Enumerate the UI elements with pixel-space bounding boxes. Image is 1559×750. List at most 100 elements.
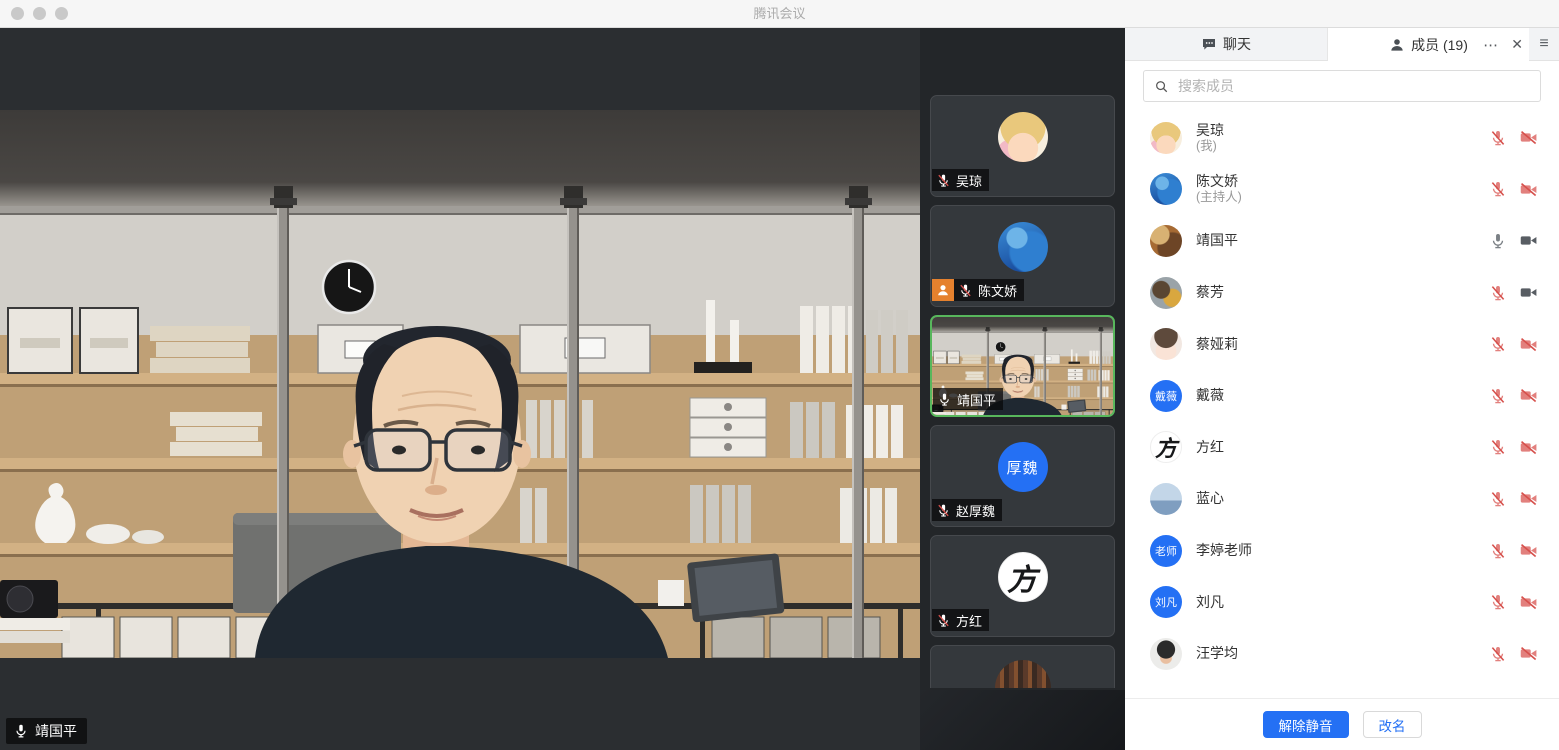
- member-camera-off-icon[interactable]: [1519, 386, 1538, 405]
- main-video-area[interactable]: 靖国平: [0, 28, 920, 750]
- tile-mic-muted-icon: [936, 613, 951, 628]
- member-camera-off-icon[interactable]: [1519, 489, 1538, 508]
- tile-mic-icon: [937, 392, 952, 407]
- tile-avatar: [998, 112, 1048, 162]
- tile-mic-muted-icon: [936, 173, 951, 188]
- tab-chat[interactable]: 聊天: [1125, 28, 1328, 61]
- member-row[interactable]: 吴琼 (我): [1125, 112, 1559, 164]
- member-camera-off-icon[interactable]: [1519, 593, 1538, 612]
- tile-participant-name: 靖国平: [957, 390, 996, 409]
- member-avatar: [1150, 225, 1182, 257]
- member-name: 蓝心: [1196, 490, 1489, 507]
- main-speaker-name: 靖国平: [35, 721, 77, 741]
- member-row[interactable]: 戴薇 戴薇: [1125, 370, 1559, 422]
- tile-name-tag: 赵厚魏: [932, 499, 1002, 521]
- video-tile[interactable]: 方 方红: [930, 535, 1115, 637]
- tile-avatar: 厚魏: [998, 442, 1048, 492]
- unmute-button[interactable]: 解除静音: [1263, 711, 1349, 738]
- member-camera-icon[interactable]: [1519, 231, 1538, 250]
- main-video-name-tag: 靖国平: [6, 718, 87, 744]
- member-avatar: [1150, 277, 1182, 309]
- member-name: 刘凡: [1196, 594, 1489, 611]
- panel-footer: 解除静音 改名: [1125, 698, 1559, 750]
- tile-avatar: [998, 222, 1048, 272]
- member-avatar: 刘凡: [1150, 586, 1182, 618]
- tile-mic-muted-icon: [936, 503, 951, 518]
- member-camera-off-icon[interactable]: [1519, 128, 1538, 147]
- member-avatar: [1150, 328, 1182, 360]
- member-mic-muted-icon[interactable]: [1489, 542, 1507, 560]
- member-row[interactable]: 老师 李婷老师: [1125, 525, 1559, 577]
- member-mic-muted-icon[interactable]: [1489, 129, 1507, 147]
- video-tile[interactable]: 陈文娇: [930, 205, 1115, 307]
- window-title: 腾讯会议: [0, 0, 1559, 28]
- host-person-icon: [936, 283, 950, 297]
- member-row[interactable]: 蔡娅莉: [1125, 318, 1559, 370]
- video-tile[interactable]: 厚魏 赵厚魏: [930, 425, 1115, 527]
- meeting-window: 腾讯会议 靖国平 吴琼: [0, 0, 1559, 750]
- tile-avatar: 方: [998, 552, 1048, 602]
- member-list: 吴琼 (我) 陈文娇 (主持人): [1125, 112, 1559, 718]
- member-avatar: [1150, 638, 1182, 670]
- video-tile[interactable]: [930, 645, 1115, 688]
- member-avatar: [1150, 122, 1182, 154]
- member-row[interactable]: 陈文娇 (主持人): [1125, 164, 1559, 216]
- mic-on-icon: [13, 723, 29, 739]
- member-avatar: 戴薇: [1150, 380, 1182, 412]
- member-camera-off-icon[interactable]: [1519, 438, 1538, 457]
- member-row[interactable]: 刘凡 刘凡: [1125, 576, 1559, 628]
- video-tile[interactable]: 靖国平: [930, 315, 1115, 417]
- member-mic-muted-icon[interactable]: [1489, 284, 1507, 302]
- tile-avatar: [995, 660, 1051, 688]
- member-mic-muted-icon[interactable]: [1489, 438, 1507, 456]
- member-name: 吴琼: [1196, 122, 1489, 139]
- member-camera-icon[interactable]: [1519, 283, 1538, 302]
- tile-name-tag: 吴琼: [932, 169, 989, 191]
- tile-participant-name: 陈文娇: [978, 281, 1017, 300]
- member-subtitle: (我): [1196, 139, 1489, 154]
- member-row[interactable]: 蓝心: [1125, 473, 1559, 525]
- main-video-feed: [0, 110, 920, 658]
- member-mic-muted-icon[interactable]: [1489, 387, 1507, 405]
- chat-bubble-icon: [1201, 36, 1217, 52]
- layout-menu-button[interactable]: ≡: [1529, 28, 1559, 61]
- member-avatar: [1150, 173, 1182, 205]
- member-avatar: 方: [1150, 431, 1182, 463]
- member-mic-icon[interactable]: [1489, 232, 1507, 250]
- search-members-input[interactable]: [1176, 77, 1530, 95]
- member-camera-off-icon[interactable]: [1519, 180, 1538, 199]
- tile-name-tag: 靖国平: [933, 388, 1003, 410]
- member-mic-muted-icon[interactable]: [1489, 645, 1507, 663]
- tile-participant-name: 吴琼: [956, 171, 982, 190]
- member-name: 蔡娅莉: [1196, 336, 1489, 353]
- member-row[interactable]: 靖国平: [1125, 215, 1559, 267]
- rename-button[interactable]: 改名: [1363, 711, 1422, 738]
- panel-header: 聊天 成员 (19) ⋯ ✕ ≡: [1125, 28, 1559, 61]
- member-mic-muted-icon[interactable]: [1489, 490, 1507, 508]
- tile-mic-muted-icon: [958, 283, 973, 298]
- host-badge: [932, 279, 954, 301]
- tile-participant-name: 赵厚魏: [956, 501, 995, 520]
- search-box[interactable]: [1143, 70, 1541, 102]
- more-options-icon[interactable]: ⋯: [1483, 36, 1499, 54]
- member-camera-off-icon[interactable]: [1519, 335, 1538, 354]
- tab-chat-label: 聊天: [1223, 34, 1251, 54]
- video-tile[interactable]: 吴琼: [930, 95, 1115, 197]
- member-camera-off-icon[interactable]: [1519, 644, 1538, 663]
- member-mic-muted-icon[interactable]: [1489, 335, 1507, 353]
- member-name: 靖国平: [1196, 232, 1489, 249]
- member-mic-muted-icon[interactable]: [1489, 180, 1507, 198]
- search-row: [1143, 70, 1541, 102]
- close-panel-icon[interactable]: ✕: [1511, 36, 1523, 53]
- title-bar: 腾讯会议: [0, 0, 1559, 28]
- member-subtitle: (主持人): [1196, 190, 1489, 205]
- film-strip: 吴琼 陈文娇: [920, 28, 1125, 750]
- member-camera-off-icon[interactable]: [1519, 541, 1538, 560]
- member-row[interactable]: 蔡芳: [1125, 267, 1559, 319]
- member-row[interactable]: 方 方红: [1125, 422, 1559, 474]
- member-name: 李婷老师: [1196, 542, 1489, 559]
- tile-name-tag: 方红: [932, 609, 989, 631]
- member-name: 戴薇: [1196, 387, 1489, 404]
- member-row[interactable]: 汪学均: [1125, 628, 1559, 680]
- member-mic-muted-icon[interactable]: [1489, 593, 1507, 611]
